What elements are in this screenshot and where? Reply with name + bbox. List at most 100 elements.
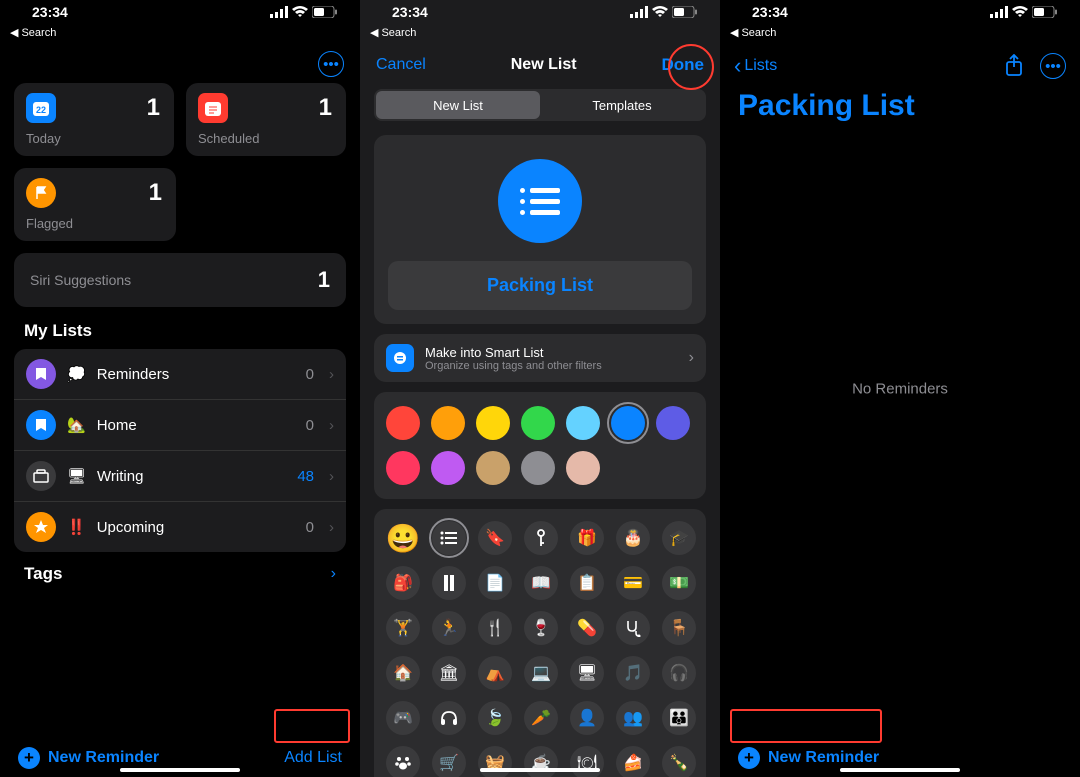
list-name-input[interactable] [388, 261, 692, 310]
icon-option[interactable]: 🧺 [478, 746, 512, 777]
icon-option[interactable]: 🍰 [616, 746, 650, 777]
flagged-card[interactable]: 1 Flagged [14, 168, 176, 241]
icon-option[interactable] [432, 566, 466, 600]
color-swatch[interactable] [386, 406, 420, 440]
color-swatch[interactable] [521, 406, 555, 440]
list-row[interactable]: 🏡Home0› [14, 400, 346, 451]
icon-option[interactable]: 🎒 [386, 566, 420, 600]
add-list-button[interactable]: Add List [284, 749, 342, 767]
icon-option[interactable]: 👤 [570, 701, 604, 735]
wifi-icon [292, 6, 308, 18]
icon-option[interactable]: 📋 [570, 566, 604, 600]
icon-option[interactable]: 💊 [570, 611, 604, 645]
icon-option[interactable]: 📄 [478, 566, 512, 600]
today-card[interactable]: 22 1 Today [14, 83, 174, 156]
icon-option[interactable]: 🍽 [570, 746, 604, 777]
icon-option[interactable]: 🍾 [662, 746, 696, 777]
icon-option[interactable]: 🏛 [432, 656, 466, 690]
icon-option[interactable]: 🍴 [478, 611, 512, 645]
cancel-button[interactable]: Cancel [376, 56, 426, 74]
list-title: Packing List [720, 87, 1080, 125]
home-indicator[interactable] [840, 768, 960, 772]
icon-option[interactable]: ⛺ [478, 656, 512, 690]
flag-icon [26, 178, 56, 208]
segment-new-list[interactable]: New List [376, 91, 540, 119]
icon-option[interactable]: 🎂 [616, 521, 650, 555]
icon-option[interactable]: 💳 [616, 566, 650, 600]
list-icon [26, 461, 56, 491]
status-bar: 23:34 [720, 0, 1080, 24]
today-label: Today [26, 131, 160, 146]
back-to-lists-button[interactable]: ‹ Lists [734, 53, 777, 79]
list-row[interactable]: 💭Reminders0› [14, 349, 346, 400]
more-options-button[interactable]: ••• [318, 51, 344, 77]
icon-option[interactable]: 🎓 [662, 521, 696, 555]
new-reminder-button[interactable]: + New Reminder [18, 747, 159, 769]
icon-option[interactable]: 📖 [524, 566, 558, 600]
tags-header[interactable]: Tags › [0, 552, 360, 596]
icon-option[interactable] [432, 701, 466, 735]
icon-option[interactable]: 🎧 [662, 656, 696, 690]
icon-option[interactable]: 🎵 [616, 656, 650, 690]
color-swatch[interactable] [566, 451, 600, 485]
icon-option[interactable]: 🔖 [478, 521, 512, 555]
icon-option[interactable] [386, 746, 420, 777]
icon-option[interactable]: 🍷 [524, 611, 558, 645]
back-to-search[interactable]: ◀Search [720, 24, 1080, 45]
icon-option[interactable]: 👪 [662, 701, 696, 735]
icon-option[interactable]: 🪑 [662, 611, 696, 645]
icon-option[interactable] [524, 521, 558, 555]
icon-option[interactable]: 💻 [524, 656, 558, 690]
tags-label: Tags [24, 564, 62, 584]
icon-option[interactable]: 🏋 [386, 611, 420, 645]
icon-option[interactable]: 🏠 [386, 656, 420, 690]
siri-count: 1 [318, 267, 330, 293]
chevron-right-icon: › [329, 519, 334, 536]
my-lists-header: My Lists [0, 307, 360, 349]
icon-option[interactable]: 🛒 [432, 746, 466, 777]
share-button[interactable] [1004, 54, 1024, 78]
icon-option[interactable]: 🎮 [386, 701, 420, 735]
segment-templates[interactable]: Templates [540, 91, 704, 119]
icon-option[interactable]: 👥 [616, 701, 650, 735]
icon-option[interactable]: 😀 [386, 521, 420, 555]
flagged-label: Flagged [26, 216, 162, 231]
color-swatch[interactable] [476, 406, 510, 440]
icon-option[interactable]: 🥕 [524, 701, 558, 735]
scheduled-card[interactable]: 1 Scheduled [186, 83, 346, 156]
scheduled-label: Scheduled [198, 131, 332, 146]
icon-option[interactable]: 🖥 [570, 656, 604, 690]
done-button[interactable]: Done [661, 55, 704, 75]
segment-control[interactable]: New List Templates [374, 89, 706, 121]
icon-option[interactable] [616, 611, 650, 645]
icon-option[interactable]: 🍃 [478, 701, 512, 735]
list-row[interactable]: 🖥Writing48› [14, 451, 346, 502]
color-swatch[interactable] [431, 451, 465, 485]
siri-suggestions-row[interactable]: Siri Suggestions 1 [14, 253, 346, 307]
smart-list-title: Make into Smart List [425, 345, 602, 360]
color-swatch[interactable] [521, 451, 555, 485]
list-count: 0 [306, 366, 314, 383]
color-swatch[interactable] [566, 406, 600, 440]
icon-option[interactable]: ☕ [524, 746, 558, 777]
icon-option[interactable]: 🏃 [432, 611, 466, 645]
new-reminder-button[interactable]: + New Reminder [738, 747, 879, 769]
list-emoji: 🖥 [67, 467, 86, 485]
color-swatch[interactable] [386, 451, 420, 485]
back-to-search[interactable]: ◀Search [0, 24, 360, 45]
color-swatch[interactable] [431, 406, 465, 440]
wifi-icon [652, 6, 668, 18]
icon-option[interactable]: 💵 [662, 566, 696, 600]
home-indicator[interactable] [120, 768, 240, 772]
list-emoji: ‼️ [67, 518, 86, 536]
color-swatch[interactable] [611, 406, 645, 440]
make-smart-list-row[interactable]: Make into Smart List Organize using tags… [374, 334, 706, 382]
color-swatch[interactable] [476, 451, 510, 485]
color-swatch[interactable] [656, 406, 690, 440]
list-row[interactable]: ‼️Upcoming0› [14, 502, 346, 552]
icon-option[interactable]: 🎁 [570, 521, 604, 555]
more-options-button[interactable]: ••• [1040, 53, 1066, 79]
home-indicator[interactable] [480, 768, 600, 772]
back-to-search[interactable]: ◀Search [360, 24, 720, 45]
icon-option[interactable] [432, 521, 466, 555]
